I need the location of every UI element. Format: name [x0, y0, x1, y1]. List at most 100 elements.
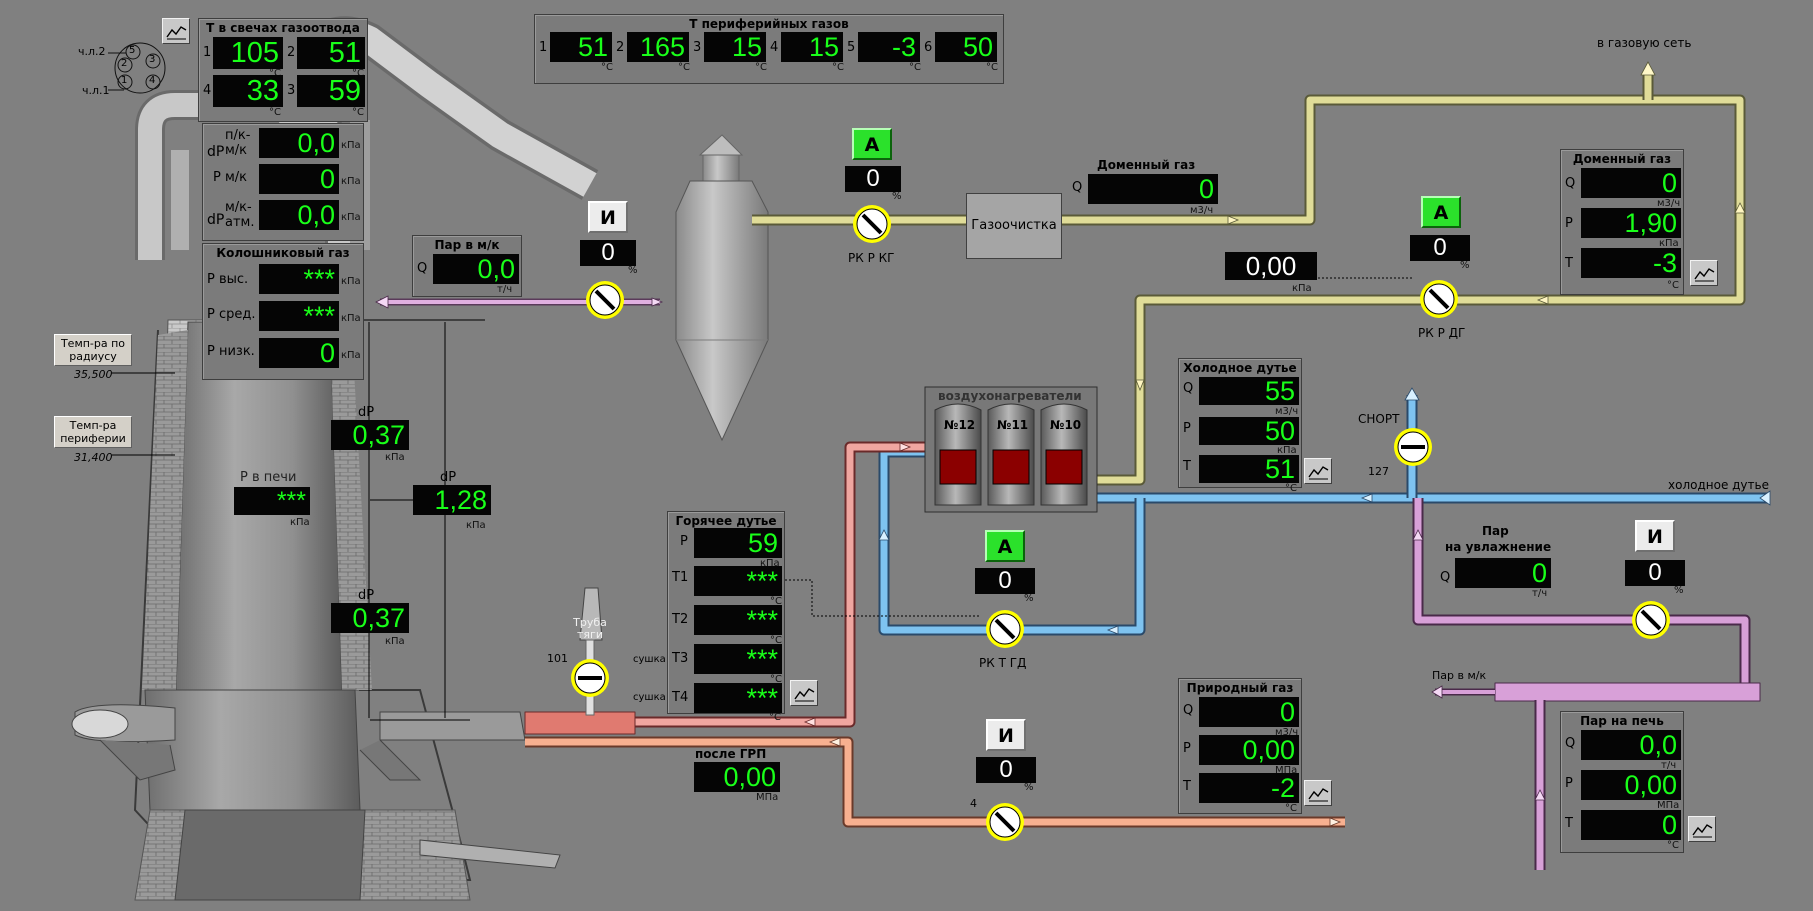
blast-gas-t-label: Т [1565, 256, 1573, 271]
after-grp-value: 0,00 [694, 762, 780, 792]
candle-index-3: 3 [287, 83, 296, 98]
hot-blast-t2-label: Т2 [672, 612, 689, 627]
blast-gas-panel-title: Доменный газ [1572, 152, 1672, 166]
steam-mk-line-label: Пар в м/к [1432, 669, 1487, 682]
top-gas-title: Колошниковый газ [216, 246, 350, 260]
rk-t-gd-mode-button[interactable]: А [985, 530, 1025, 562]
cold-blast-trend-button[interactable] [1304, 458, 1332, 484]
humid-steam-unit: т/ч [1532, 588, 1548, 599]
steam-mk-title: Пар в м/к [434, 238, 500, 252]
candle-3-temp: 59 [297, 75, 365, 107]
snort-valve[interactable] [1392, 426, 1434, 472]
candle-scheme [108, 42, 166, 94]
furnace-steam-trend-button[interactable] [1688, 816, 1716, 842]
top-gas-p-low-value: 0 [259, 338, 339, 368]
hot-blast-t4-unit: °С [769, 712, 781, 723]
peripheral-gas-temp: 50 [935, 32, 997, 62]
top-gas-p-high-value: *** [259, 264, 339, 294]
trend-chart-icon [1694, 268, 1715, 282]
temp-periphery-button[interactable]: Темп-ра периферии [54, 416, 132, 448]
temp-periphery-value: 31,400 [74, 451, 113, 464]
furnace-steam-t-label: Т [1565, 816, 1573, 831]
peripheral-gas-index: 3 [693, 40, 702, 55]
hot-blast-trend-button[interactable] [790, 680, 818, 706]
stoves-title: воздухонагреватели [938, 389, 1082, 403]
candle-unit: °С [269, 107, 281, 118]
humid-valve[interactable] [1630, 599, 1672, 645]
stove-12-label[interactable]: №12 [944, 418, 975, 432]
hot-blast-t1-value: *** [694, 566, 782, 596]
candle-index-2: 2 [287, 45, 296, 60]
natural-gas-valve-unit: % [1024, 782, 1034, 793]
dp-total-value: 1,28 [413, 485, 491, 515]
rk-r-dg-valve[interactable] [1418, 278, 1460, 324]
temp-radius-button[interactable]: Темп-ра по радиусу [54, 334, 132, 366]
cold-blast-q-label: Q [1183, 381, 1194, 396]
draft-pipe-number: 101 [547, 652, 568, 665]
candles-trend-button[interactable] [162, 18, 190, 44]
humid-mode-button[interactable]: И [1635, 520, 1675, 552]
peripheral-gas-index: 2 [616, 40, 625, 55]
steam-mk-mode-button[interactable]: И [588, 201, 628, 233]
trend-chart-icon [1308, 788, 1329, 802]
natural-gas-valve[interactable] [984, 801, 1026, 847]
blast-gas-flow-q-label: Q [1072, 180, 1083, 195]
natural-gas-p-label: Р [1183, 741, 1191, 756]
steam-mk-valve[interactable] [584, 279, 626, 325]
blast-gas-t-value: -3 [1581, 248, 1681, 278]
stove-10-label[interactable]: №10 [1050, 418, 1081, 432]
dp-mk-atm-value: 0,0 [259, 200, 339, 230]
rk-r-kg-mode-button[interactable]: А [852, 128, 892, 160]
natural-gas-mode-button[interactable]: И [986, 719, 1026, 751]
peripheral-gas-temp: 15 [704, 32, 766, 62]
natural-gas-valve-position: 0 [976, 757, 1036, 783]
peripheral-gas-temp: 15 [781, 32, 843, 62]
steam-mk-valve-position: 0 [580, 240, 636, 266]
dp-pk-mk-unit: кПа [341, 140, 361, 151]
rk-r-dg-mode-button[interactable]: А [1421, 196, 1461, 228]
cold-blast-t-label: Т [1183, 459, 1191, 474]
peripheral-gas-temp: 165 [627, 32, 689, 62]
cold-blast-panel: Холодное дутье Q 55 м3/ч Р 50 кПа Т 51 °… [1178, 358, 1302, 494]
rk-r-dg-setpoint: 0,00 [1225, 252, 1317, 280]
dp-pk-mk-label: dP [207, 144, 225, 160]
rk-t-gd-valve[interactable] [984, 608, 1026, 654]
furnace-steam-q-value: 0,0 [1581, 730, 1681, 760]
rk-r-dg-position: 0 [1410, 235, 1470, 261]
snort-label: СНОРТ [1358, 412, 1400, 426]
butterfly-valve-icon [1632, 601, 1670, 639]
blast-gas-trend-button[interactable] [1690, 260, 1718, 286]
trend-chart-icon [1308, 466, 1329, 480]
draft-pipe-label: Труба тяги [573, 616, 607, 641]
butterfly-valve-icon [571, 659, 609, 697]
peripheral-gas-unit: °С [601, 62, 613, 73]
cold-blast-q-unit: м3/ч [1275, 406, 1299, 417]
blast-gas-q-value: 0 [1581, 168, 1681, 198]
hot-blast-panel: Горячее дутье Р 59 кПа Т1 *** °С Т2 *** … [667, 511, 785, 714]
temp-periphery-label: Темп-ра периферии [60, 419, 126, 445]
hot-blast-t2-value: *** [694, 605, 782, 635]
hot-blast-p-value: 59 [694, 528, 782, 558]
dp-mk-atm-unit: кПа [341, 212, 361, 223]
furnace-steam-t-value: 0 [1581, 810, 1681, 840]
hot-blast-stoves [924, 386, 1098, 513]
rk-r-kg-valve[interactable] [851, 203, 893, 249]
natural-gas-t-label: Т [1183, 779, 1191, 794]
dp-mk-atm-label-3: атм. [225, 215, 255, 230]
rk-t-gd-unit: % [1024, 593, 1034, 604]
candle-line-2-label: ч.л.2 [78, 45, 106, 58]
natural-gas-t-unit: °С [1285, 803, 1297, 814]
hot-blast-t4-label: Т4 [672, 690, 689, 705]
draft-pipe-valve[interactable] [569, 657, 611, 703]
peripheral-gas-unit: °С [755, 62, 767, 73]
cold-blast-t-unit: °С [1285, 483, 1297, 494]
stove-11-label[interactable]: №11 [997, 418, 1028, 432]
top-gas-p-mid-label: Р сред. [207, 307, 256, 322]
cold-blast-p-value: 50 [1199, 417, 1299, 445]
hot-blast-title: Горячее дутье [675, 514, 777, 528]
butterfly-valve-icon [853, 205, 891, 243]
humid-steam-q-value: 0 [1455, 558, 1551, 588]
candle-1-temp: 105 [213, 37, 283, 69]
natural-gas-trend-button[interactable] [1304, 780, 1332, 806]
candle-4-temp: 33 [213, 75, 283, 107]
